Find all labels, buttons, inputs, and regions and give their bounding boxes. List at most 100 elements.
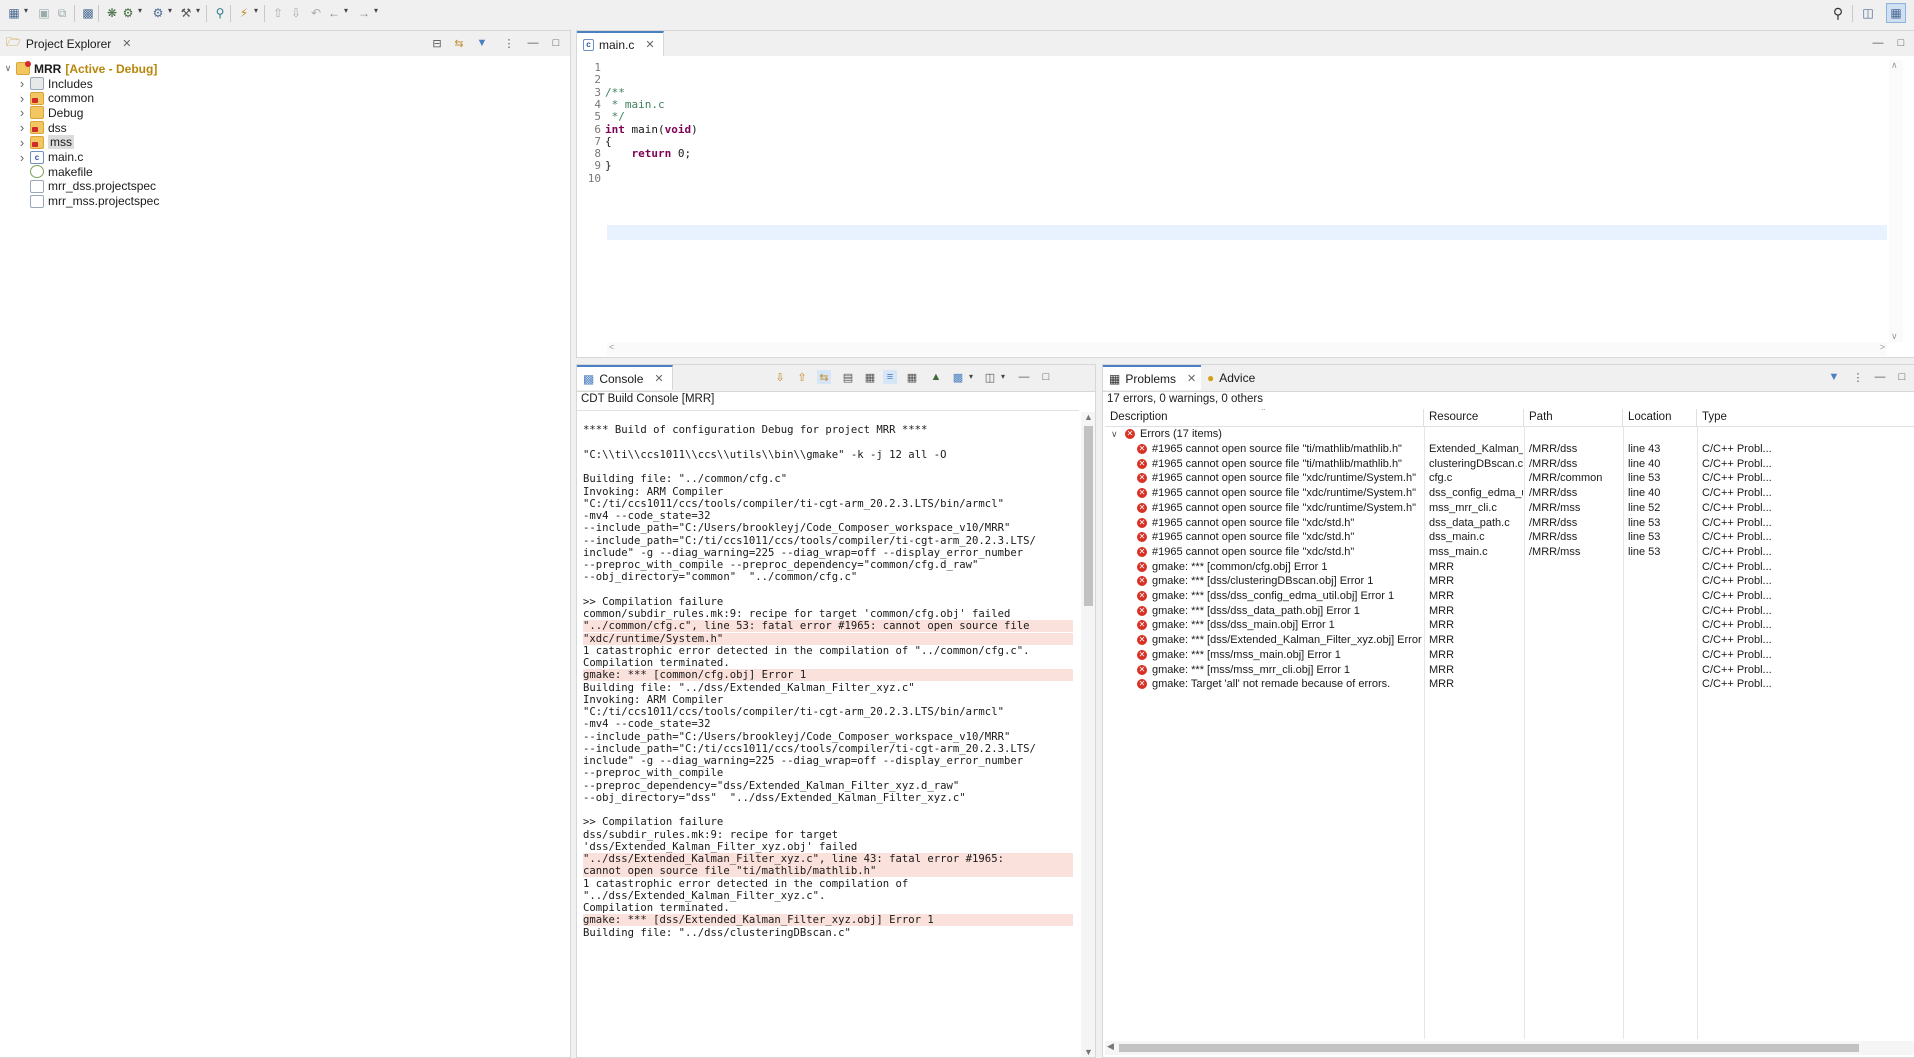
prev-annotation-icon[interactable]: ⇧ (270, 5, 286, 21)
open-perspective-icon[interactable]: ◫ (1860, 5, 1876, 21)
column-header-path[interactable]: Path (1524, 409, 1623, 426)
tree-item[interactable]: mrr_mss.projectspec (16, 194, 159, 209)
editor-horizontal-scrollbar[interactable]: < > (607, 342, 1887, 356)
display-console-icon[interactable]: ▩ (951, 370, 965, 384)
build-icon[interactable]: ⚒ (178, 5, 194, 21)
build-dropdown-icon[interactable]: ▾ (196, 6, 204, 15)
show-build-errors-icon[interactable]: ⇆ (817, 370, 831, 384)
tree-item[interactable]: makefile (16, 164, 93, 179)
forward-dropdown-icon[interactable]: ▾ (374, 6, 382, 15)
debug-icon[interactable]: ❋ (104, 5, 120, 21)
problem-row[interactable]: ✕ gmake: *** [mss/mss_mrr_cli.obj] Error … (1105, 663, 1914, 678)
terminal-icon[interactable]: ▩ (80, 5, 96, 21)
copy-build-log-icon[interactable]: ▦ (905, 370, 919, 384)
view-menu-icon[interactable]: ⋮ (1851, 370, 1865, 384)
tab-console[interactable]: ▩ Console ✕ (577, 365, 673, 390)
maximize-icon[interactable]: □ (549, 36, 563, 50)
close-icon[interactable]: ✕ (654, 372, 663, 385)
problem-row[interactable]: ✕ gmake: *** [common/cfg.obj] Error 1 MRR C… (1105, 560, 1914, 575)
next-annotation-icon[interactable]: ⇩ (288, 5, 304, 21)
collapse-all-icon[interactable]: ⊟ (430, 36, 444, 50)
clear-console-icon[interactable]: ▤ (841, 370, 855, 384)
tree-item[interactable]: › Includes (16, 76, 93, 91)
problem-row[interactable]: ✕ gmake: *** [dss/dss_data_path.obj] Erro… (1105, 604, 1914, 619)
minimize-icon[interactable]: — (1873, 370, 1887, 384)
tab-main-c[interactable]: c main.c ✕ (577, 31, 664, 56)
problem-row[interactable]: ✕ #1965 cannot open source file "ti/mathl… (1105, 457, 1914, 472)
run-dropdown-icon[interactable]: ▾ (168, 6, 176, 15)
open-console-dropdown-icon[interactable]: ▾ (1001, 372, 1009, 381)
problem-row[interactable]: ✕ gmake: *** [dss/Extended_Kalman_Filter_… (1105, 633, 1914, 648)
close-icon[interactable]: ✕ (645, 38, 654, 51)
problem-row[interactable]: ✕ #1965 cannot open source file "xdc/std.… (1105, 545, 1914, 560)
new-dropdown-icon[interactable]: ▾ (24, 6, 32, 15)
debug-dropdown-icon[interactable]: ▾ (138, 6, 146, 15)
minimize-icon[interactable]: — (1871, 36, 1885, 50)
column-header-description[interactable]: Description ⌃ (1105, 409, 1424, 426)
tree-item[interactable]: › common (16, 91, 94, 106)
problem-row[interactable]: ✕ gmake: *** [mss/mss_main.obj] Error 1 MR… (1105, 648, 1914, 663)
flash-icon[interactable]: ⚡ (236, 5, 252, 21)
tree-item[interactable]: mrr_dss.projectspec (16, 179, 156, 194)
display-console-dropdown-icon[interactable]: ▾ (969, 372, 977, 381)
view-menu-icon[interactable]: ⋮ (502, 36, 516, 50)
editor-vertical-scrollbar[interactable]: ∧ ∨ (1889, 60, 1903, 342)
problem-row[interactable]: ✕ gmake: *** [dss/dss_main.obj] Error 1 MR… (1105, 618, 1914, 633)
console-output[interactable]: **** Build of configuration Debug for pr… (577, 412, 1079, 1056)
chevron-right-icon[interactable]: › (16, 150, 28, 165)
tree-item[interactable]: › mss (16, 135, 74, 150)
back-dropdown-icon[interactable]: ▾ (344, 6, 352, 15)
tree-item-project[interactable]: ∨ MRR [Active - Debug] (2, 61, 157, 76)
column-header-type[interactable]: Type (1697, 409, 1914, 426)
last-edit-icon[interactable]: ↶ (308, 5, 324, 21)
save-icon[interactable]: ▣ (36, 5, 52, 21)
chevron-right-icon[interactable]: › (16, 91, 28, 106)
run-icon[interactable]: ⚙ (150, 5, 166, 21)
debug-config-icon[interactable]: ⚙ (120, 5, 136, 21)
chevron-down-icon[interactable]: ∨ (2, 63, 14, 74)
tree-item[interactable]: › Debug (16, 105, 84, 120)
close-icon[interactable]: ✕ (1187, 372, 1196, 385)
chevron-down-icon[interactable]: ∨ (1111, 427, 1118, 442)
column-header-location[interactable]: Location (1623, 409, 1697, 426)
link-with-editor-icon[interactable]: ⇆ (452, 36, 466, 50)
errors-group-row[interactable]: ∨ ✕ Errors (17 items) (1105, 427, 1914, 442)
problem-row[interactable]: ✕ #1965 cannot open source file "xdc/std.… (1105, 516, 1914, 531)
maximize-icon[interactable]: □ (1039, 370, 1053, 384)
word-wrap-icon[interactable]: ≡ (883, 370, 897, 384)
filter-icon[interactable]: ▼ (475, 36, 489, 50)
tab-problems[interactable]: ▦ Problems ✕ (1103, 365, 1206, 390)
chevron-right-icon[interactable]: › (16, 76, 28, 91)
problem-row[interactable]: ✕ #1965 cannot open source file "xdc/std.… (1105, 530, 1914, 545)
open-console-icon[interactable]: ◫ (983, 370, 997, 384)
tab-advice[interactable]: ● Advice (1201, 365, 1264, 390)
chevron-right-icon[interactable]: › (16, 105, 28, 120)
problem-row[interactable]: ✕ #1965 cannot open source file "xdc/runt… (1105, 486, 1914, 501)
maximize-icon[interactable]: □ (1895, 370, 1909, 384)
tab-project-explorer[interactable]: 🗁 Project Explorer ✕ (0, 31, 140, 56)
filter-icon[interactable]: ▼ (1827, 370, 1841, 384)
save-all-icon[interactable]: ⧉ (54, 5, 70, 21)
problem-row[interactable]: ✕ #1965 cannot open source file "xdc/runt… (1105, 471, 1914, 486)
console-scrollbar[interactable]: ▲ ▼ (1081, 412, 1095, 1057)
next-problem-icon[interactable]: ⇩ (773, 370, 787, 384)
problems-horizontal-scrollbar[interactable]: ◀ (1105, 1041, 1914, 1055)
minimize-icon[interactable]: — (526, 36, 540, 50)
ccs-edit-perspective-icon[interactable]: ▦ (1886, 3, 1906, 23)
search-icon[interactable]: ⚲ (212, 5, 228, 21)
pin-console-icon[interactable]: ▲ (929, 370, 943, 384)
problem-row[interactable]: ✕ gmake: Target 'all' not remade because … (1105, 677, 1914, 692)
problem-row[interactable]: ✕ #1965 cannot open source file "xdc/runt… (1105, 501, 1914, 516)
maximize-icon[interactable]: □ (1894, 36, 1908, 50)
global-search-icon[interactable]: ⚲ (1830, 5, 1846, 21)
flash-dropdown-icon[interactable]: ▾ (254, 6, 262, 15)
chevron-right-icon[interactable]: › (16, 135, 28, 150)
previous-problem-icon[interactable]: ⇧ (795, 370, 809, 384)
chevron-right-icon[interactable]: › (16, 120, 28, 135)
problem-row[interactable]: ✕ gmake: *** [dss/dss_config_edma_util.ob… (1105, 589, 1914, 604)
forward-icon[interactable]: → (356, 5, 372, 21)
column-header-resource[interactable]: Resource (1424, 409, 1524, 426)
new-icon[interactable]: ▦ (6, 5, 22, 21)
back-icon[interactable]: ← (326, 5, 342, 21)
tree-item[interactable]: › c main.c (16, 150, 84, 165)
